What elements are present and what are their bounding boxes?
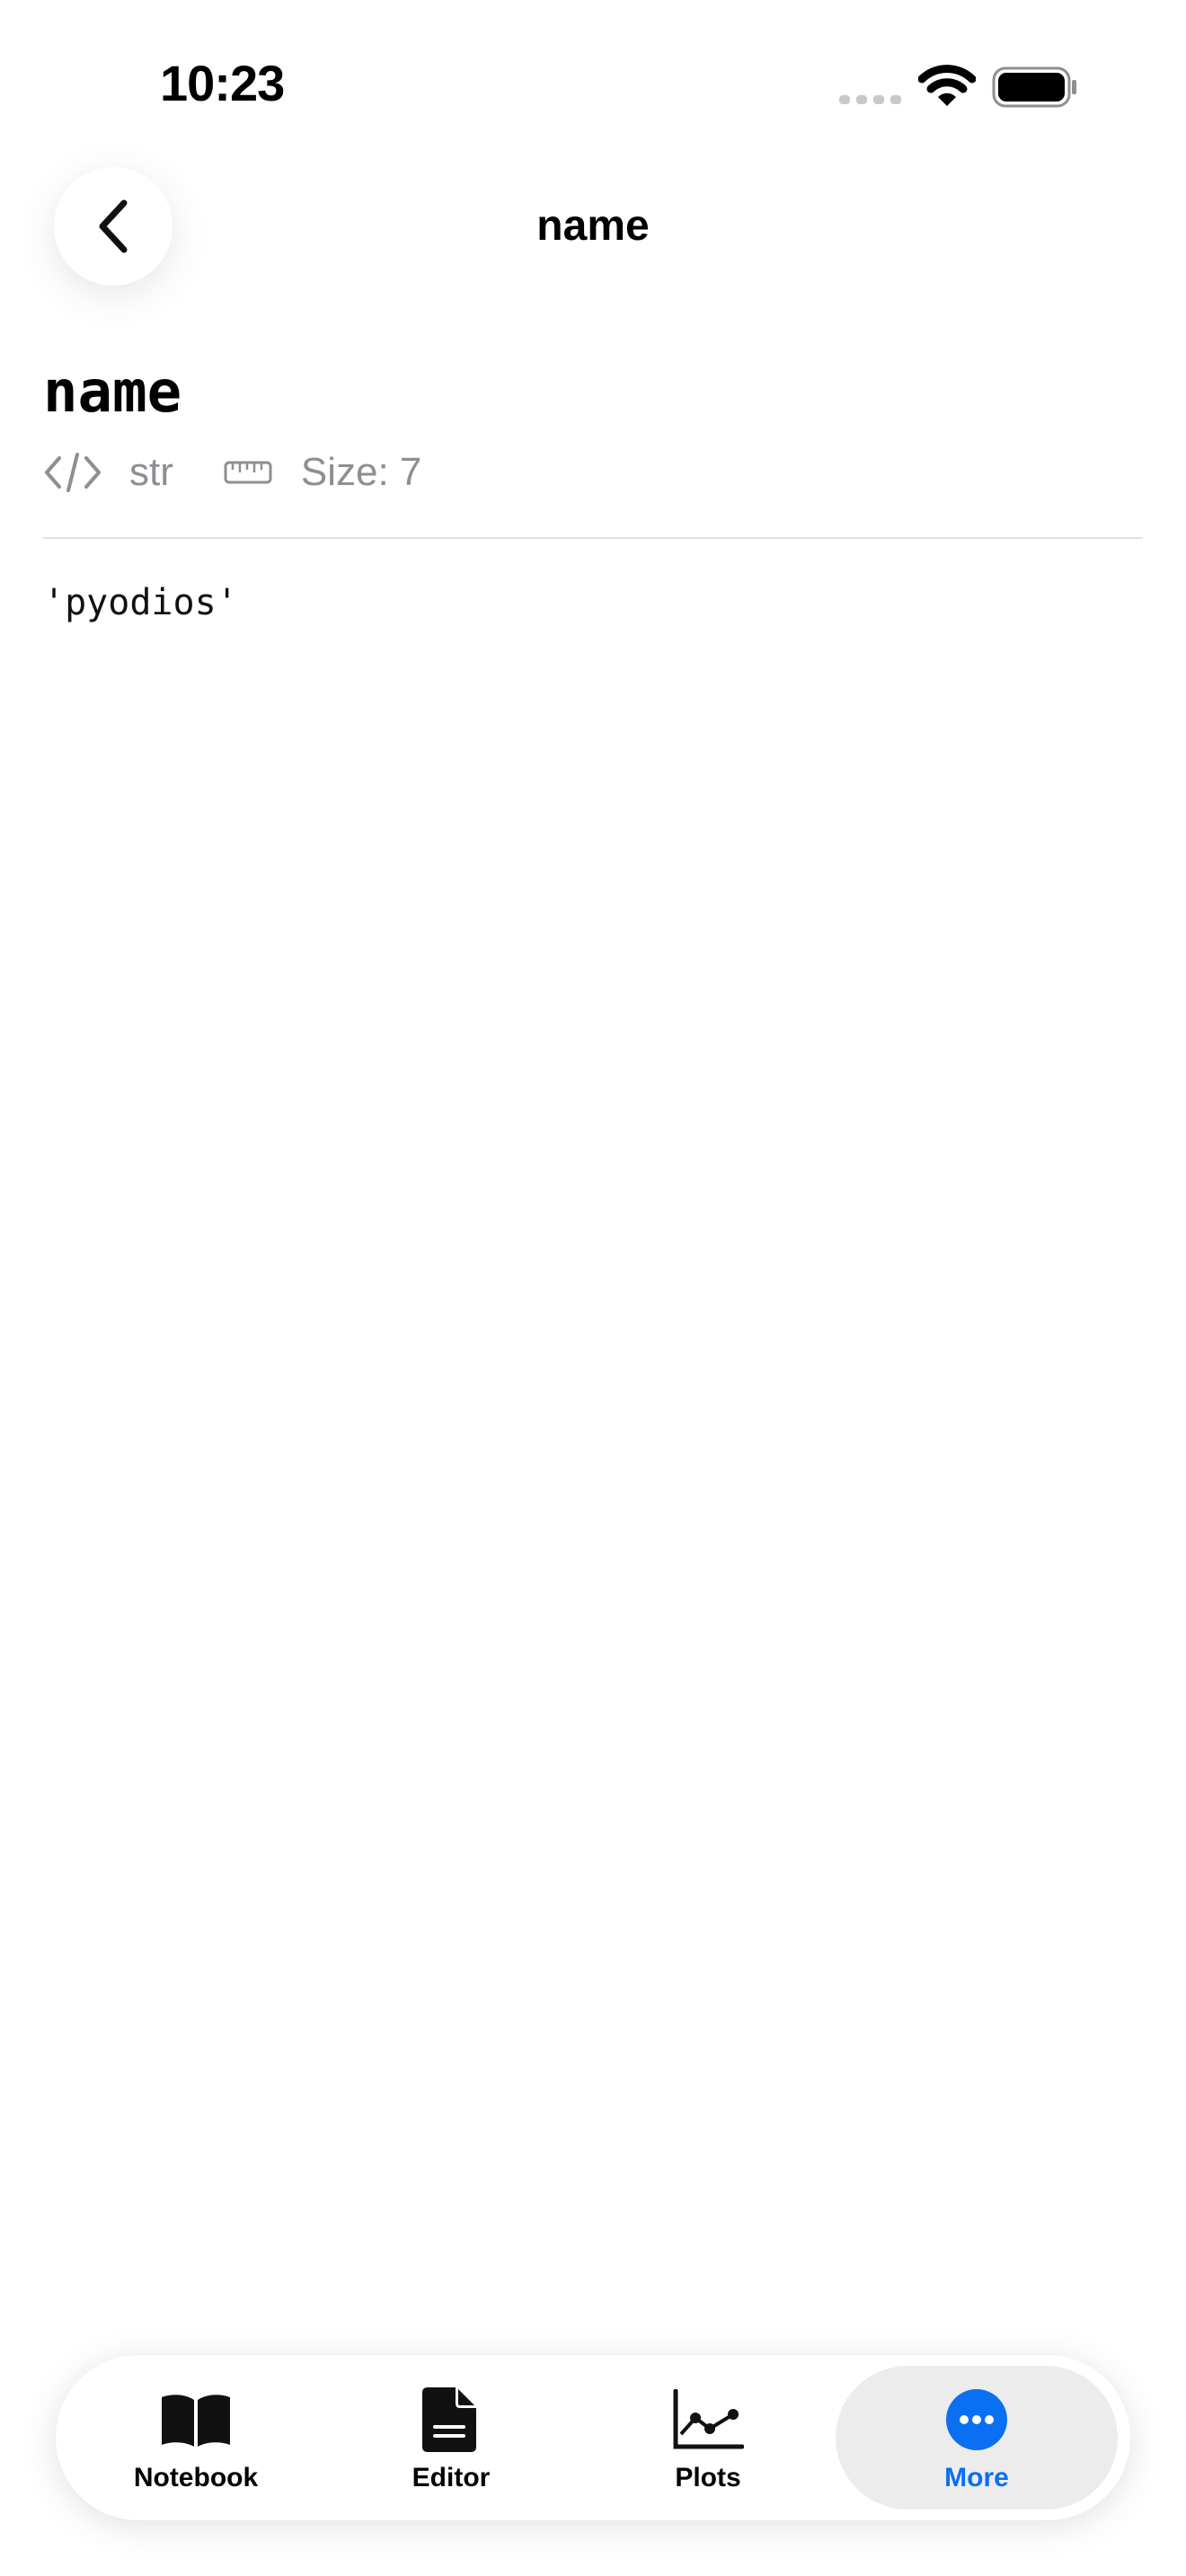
battery-icon xyxy=(992,66,1076,108)
wifi-icon xyxy=(918,65,976,106)
code-icon xyxy=(43,453,102,492)
tab-label: Plots xyxy=(675,2463,741,2492)
more-icon xyxy=(944,2384,1009,2456)
tab-bar: Notebook Editor Plots More xyxy=(56,2355,1130,2520)
book-icon xyxy=(158,2384,234,2456)
tab-label: Notebook xyxy=(133,2463,259,2492)
tab-more[interactable]: More xyxy=(836,2366,1118,2510)
divider xyxy=(43,537,1143,539)
variable-type: str xyxy=(129,450,173,494)
variable-value: 'pyodios' xyxy=(43,582,238,623)
variable-meta: str Size: 7 xyxy=(43,446,421,499)
ruler-icon xyxy=(224,460,272,485)
status-time: 10:23 xyxy=(160,55,285,111)
document-icon xyxy=(422,2384,480,2456)
tab-label: Editor xyxy=(412,2463,491,2492)
nav-title: name xyxy=(536,202,650,250)
tab-editor[interactable]: Editor xyxy=(323,2366,579,2510)
variable-size: Size: 7 xyxy=(300,450,422,494)
tab-plots[interactable]: Plots xyxy=(580,2366,836,2510)
chart-icon xyxy=(672,2384,744,2456)
tab-notebook[interactable]: Notebook xyxy=(68,2366,323,2510)
cellular-signal-icon xyxy=(839,95,901,104)
variable-name: name xyxy=(43,359,182,426)
tab-label: More xyxy=(944,2463,1009,2492)
